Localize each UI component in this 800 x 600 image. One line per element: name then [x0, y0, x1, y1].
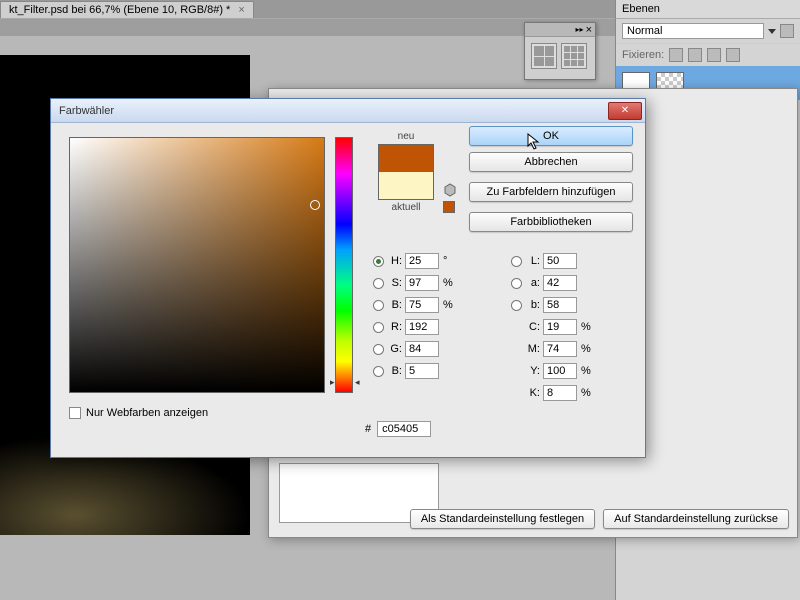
- swatch-compare: neu aktuell: [371, 131, 441, 215]
- dialog-title: Farbwähler: [59, 105, 114, 117]
- radio-s[interactable]: [373, 278, 384, 289]
- panel-handle[interactable]: ▸▸×: [525, 23, 595, 37]
- reset-default-button[interactable]: Auf Standardeinstellung zurückse: [603, 509, 789, 529]
- radio-h[interactable]: [373, 256, 384, 267]
- swatch-grid-icon[interactable]: [561, 43, 587, 69]
- radio-g[interactable]: [373, 344, 384, 355]
- hue-slider[interactable]: [335, 137, 353, 393]
- current-color: [379, 172, 433, 199]
- web-colors-only[interactable]: Nur Webfarben anzeigen: [69, 407, 208, 419]
- hex-row: # c05405: [365, 421, 431, 437]
- radio-bb[interactable]: [373, 366, 384, 377]
- cancel-button[interactable]: Abbrechen: [469, 152, 633, 172]
- blend-mode-row: Normal: [616, 19, 800, 44]
- ok-button[interactable]: OK: [469, 126, 633, 146]
- a-input[interactable]: 42: [543, 275, 577, 291]
- swatch-small-icon[interactable]: [531, 43, 557, 69]
- web-colors-label: Nur Webfarben anzeigen: [86, 407, 208, 419]
- add-to-swatches-button[interactable]: Zu Farbfeldern hinzufügen: [469, 182, 633, 202]
- hex-prefix: #: [365, 423, 371, 435]
- s-input[interactable]: 97: [405, 275, 439, 291]
- radio-b[interactable]: [373, 300, 384, 311]
- panel-menu-icon[interactable]: [780, 24, 794, 38]
- lock-row: Fixieren:: [616, 44, 800, 66]
- swatches-float-panel[interactable]: ▸▸×: [524, 22, 596, 80]
- chevron-down-icon[interactable]: [768, 29, 776, 34]
- l-input[interactable]: 50: [543, 253, 577, 269]
- radio-lb[interactable]: [511, 300, 522, 311]
- close-button[interactable]: ✕: [608, 102, 642, 120]
- websafe-swatch[interactable]: [443, 201, 455, 213]
- color-field[interactable]: [69, 137, 325, 393]
- lb-input[interactable]: 58: [543, 297, 577, 313]
- hex-input[interactable]: c05405: [377, 421, 431, 437]
- web-colors-checkbox[interactable]: [69, 407, 81, 419]
- close-tab-icon[interactable]: ×: [238, 4, 244, 16]
- m-input[interactable]: 74: [543, 341, 577, 357]
- y-input[interactable]: 100: [543, 363, 577, 379]
- h-input[interactable]: 25: [405, 253, 439, 269]
- blend-mode-select[interactable]: Normal: [622, 23, 764, 39]
- lab-cmyk-inputs: L:50 a:42 b:58 C:19% M:74% Y:100% K:8%: [511, 253, 599, 401]
- color-libraries-button[interactable]: Farbbibliotheken: [469, 212, 633, 232]
- c-input[interactable]: 19: [543, 319, 577, 335]
- document-tab[interactable]: kt_Filter.psd bei 66,7% (Ebene 10, RGB/8…: [0, 1, 254, 18]
- color-field-marker[interactable]: [310, 200, 320, 210]
- radio-l[interactable]: [511, 256, 522, 267]
- hue-marker-right-icon: ◂: [355, 377, 360, 388]
- color-swatch[interactable]: [378, 144, 434, 200]
- radio-r[interactable]: [373, 322, 384, 333]
- new-label: neu: [371, 131, 441, 142]
- layers-panel-title[interactable]: Ebenen: [616, 0, 800, 19]
- lock-position-icon[interactable]: [707, 48, 721, 62]
- lock-transparent-icon[interactable]: [669, 48, 683, 62]
- lock-all-icon[interactable]: [726, 48, 740, 62]
- lock-label: Fixieren:: [622, 49, 664, 61]
- dialog-titlebar[interactable]: Farbwähler ✕: [51, 99, 645, 123]
- k-input[interactable]: 8: [543, 385, 577, 401]
- color-picker-dialog: Farbwähler ✕ ▸ ◂ neu aktuell OK Abbreche…: [50, 98, 646, 458]
- b2-input[interactable]: 5: [405, 363, 439, 379]
- b-input[interactable]: 75: [405, 297, 439, 313]
- radio-a[interactable]: [511, 278, 522, 289]
- gamut-warning-icon[interactable]: [443, 183, 457, 197]
- r-input[interactable]: 192: [405, 319, 439, 335]
- hsb-rgb-inputs: H:25° S:97% B:75% R:192 G:84 B:5: [373, 253, 461, 379]
- new-color: [379, 145, 433, 172]
- dialog-buttons: OK Abbrechen Zu Farbfeldern hinzufügen F…: [469, 126, 633, 232]
- g-input[interactable]: 84: [405, 341, 439, 357]
- document-tab-title: kt_Filter.psd bei 66,7% (Ebene 10, RGB/8…: [9, 4, 230, 16]
- lock-pixels-icon[interactable]: [688, 48, 702, 62]
- hue-marker-left-icon: ▸: [330, 377, 335, 388]
- current-label: aktuell: [371, 202, 441, 213]
- collapse-icon[interactable]: ▸▸: [576, 25, 584, 34]
- set-default-button[interactable]: Als Standardeinstellung festlegen: [410, 509, 595, 529]
- close-icon[interactable]: ×: [586, 24, 592, 36]
